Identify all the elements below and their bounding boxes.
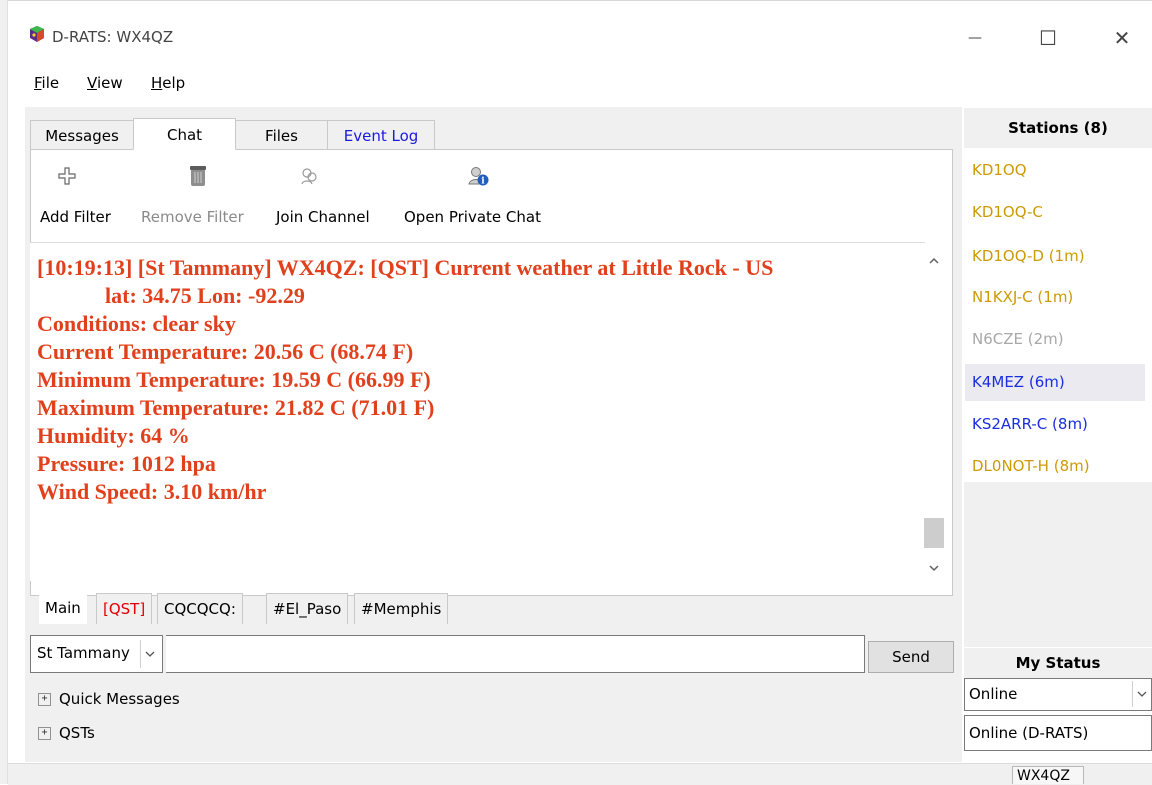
menu-help[interactable]: Help — [151, 74, 185, 92]
callsign-indicator: WX4QZ — [1012, 766, 1084, 784]
channel-select[interactable]: St Tammany — [30, 635, 163, 673]
tab-files[interactable]: Files — [235, 120, 328, 150]
expand-icon[interactable]: + — [38, 692, 51, 706]
send-button[interactable]: Send — [868, 641, 954, 673]
tree-quick-messages[interactable]: + Quick Messages — [38, 690, 180, 708]
chat-line: Minimum Temperature: 19.59 C (66.99 F) — [37, 367, 431, 392]
app-icon — [30, 26, 44, 42]
window-border — [0, 0, 8, 784]
tree-qsts-label: QSTs — [59, 724, 95, 742]
close-button[interactable]: ✕ — [1099, 18, 1145, 58]
channel-tab-main[interactable]: Main — [39, 593, 87, 624]
scroll-up-icon[interactable] — [922, 250, 946, 270]
chat-line: Conditions: clear sky — [37, 311, 236, 336]
status-message-value: Online (D-RATS) — [969, 724, 1089, 742]
tab-event-log[interactable]: Event Log — [327, 120, 435, 150]
chat-line: Maximum Temperature: 21.82 C (71.01 F) — [37, 395, 435, 420]
status-select-value: Online — [969, 685, 1018, 703]
add-filter-button[interactable]: Add Filter — [40, 208, 111, 226]
message-input[interactable] — [166, 635, 865, 673]
menu-file[interactable]: File — [34, 74, 59, 92]
status-bar — [8, 763, 1152, 785]
my-status-header: My Status — [964, 648, 1152, 678]
stations-empty-area — [964, 482, 1152, 647]
station-item[interactable]: KD1OQ-C — [965, 194, 1145, 231]
svg-text:i: i — [481, 177, 485, 187]
station-item[interactable]: KS2ARR-C (8m) — [965, 406, 1145, 443]
add-filter-icon[interactable] — [56, 164, 78, 188]
chat-line: Pressure: 1012 hpa — [37, 451, 216, 476]
minimize-icon: — — [968, 30, 982, 46]
station-item[interactable]: N1KXJ-C (1m) — [965, 279, 1145, 316]
menu-view[interactable]: View — [87, 74, 123, 92]
scroll-thumb[interactable] — [924, 518, 944, 548]
channel-tab-qst[interactable]: [QST] — [96, 593, 153, 624]
stations-header: Stations (8) — [964, 108, 1152, 148]
station-item[interactable]: N6CZE (2m) — [965, 321, 1145, 358]
station-item-selected[interactable]: K4MEZ (6m) — [965, 364, 1145, 401]
status-message-field[interactable]: Online (D-RATS) — [964, 715, 1152, 751]
chat-log[interactable]: [10:19:13] [St Tammany] WX4QZ: [QST] Cur… — [30, 242, 925, 581]
channel-tab-cqcqcq[interactable]: CQCQCQ: — [157, 593, 243, 624]
tab-chat[interactable]: Chat — [133, 118, 236, 150]
remove-filter-button[interactable]: Remove Filter — [141, 208, 244, 226]
channel-select-value: St Tammany — [37, 644, 130, 662]
open-private-chat-button[interactable]: Open Private Chat — [404, 208, 541, 226]
close-icon: ✕ — [1113, 26, 1131, 50]
tab-event-log-label: Event Log — [343, 127, 419, 145]
tree-quick-messages-label: Quick Messages — [59, 690, 180, 708]
maximize-button[interactable]: ☐ — [1025, 18, 1071, 58]
expand-icon[interactable]: + — [38, 726, 51, 740]
trash-icon — [187, 164, 209, 188]
chevron-down-icon[interactable] — [1132, 681, 1151, 707]
chat-line: [10:19:13] [St Tammany] WX4QZ: [QST] Cur… — [37, 255, 774, 280]
chat-text: [10:19:13] [St Tammany] WX4QZ: [QST] Cur… — [37, 254, 907, 506]
tab-messages[interactable]: Messages — [30, 120, 134, 150]
station-item[interactable]: KD1OQ — [965, 152, 1145, 189]
chat-scrollbar[interactable] — [922, 250, 946, 588]
chat-line: Current Temperature: 20.56 C (68.74 F) — [37, 339, 414, 364]
join-channel-button[interactable]: Join Channel — [276, 208, 370, 226]
join-channel-icon[interactable] — [298, 164, 320, 188]
chat-line: Humidity: 64 % — [37, 423, 190, 448]
private-chat-icon[interactable]: i — [468, 164, 490, 188]
minimize-button[interactable]: — — [952, 18, 998, 58]
chevron-down-icon[interactable] — [140, 640, 159, 668]
channel-tab-memphis[interactable]: #Memphis — [354, 593, 449, 624]
station-item[interactable]: KD1OQ-D (1m) — [965, 238, 1145, 275]
channel-tab-el-paso[interactable]: #El_Paso — [266, 593, 349, 624]
chat-line: Wind Speed: 3.10 km/hr — [37, 479, 267, 504]
chat-line: lat: 34.75 Lon: -92.29 — [105, 283, 305, 308]
maximize-icon: ☐ — [1039, 26, 1057, 50]
tree-qsts[interactable]: + QSTs — [38, 724, 95, 742]
scroll-down-icon[interactable] — [922, 558, 946, 578]
status-select[interactable]: Online — [964, 678, 1152, 711]
station-item[interactable]: DL0NOT-H (8m) — [965, 448, 1145, 485]
window-title: D-RATS: WX4QZ — [52, 28, 174, 46]
